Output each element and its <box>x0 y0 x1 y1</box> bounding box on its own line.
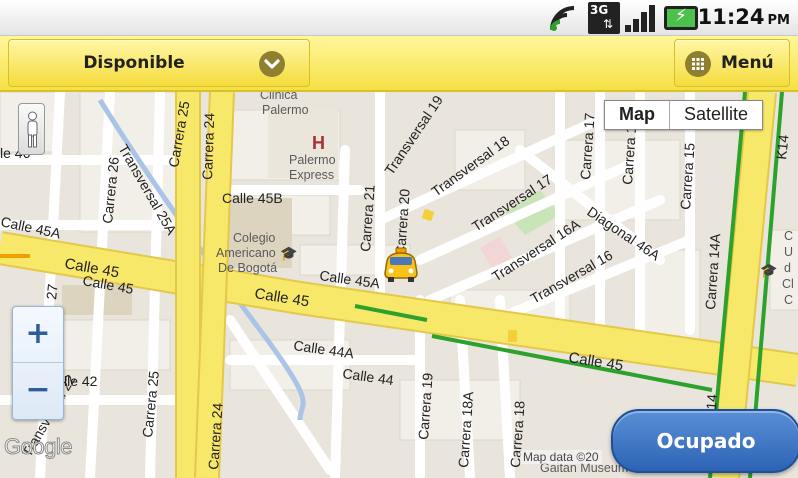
poi-right-3: d <box>784 261 791 275</box>
street-transversal-19: Transversal 19 <box>381 92 446 177</box>
poi-right-4: Cl <box>782 277 794 291</box>
device-screen: 3G ⇅ ⚡ 11:24 PM Disponible Menú H Clinic… <box>0 0 798 478</box>
3g-data-icon: 3G ⇅ <box>588 2 620 34</box>
wifi-icon <box>550 6 575 31</box>
status-bar: 3G ⇅ ⚡ 11:24 PM <box>0 0 798 36</box>
battery-charging-icon: ⚡ <box>664 6 698 30</box>
poi-palermo-express-2: Express <box>289 168 334 182</box>
poi-colegio-2: Americano <box>216 246 276 260</box>
poi-clinica: Clinica <box>260 92 298 102</box>
ocupado-button[interactable]: Ocupado <box>611 409 798 473</box>
map-type-control: Map Satellite <box>604 100 764 130</box>
menu-button[interactable]: Menú <box>674 39 790 87</box>
hospital-icon: H <box>312 133 325 153</box>
availability-dropdown[interactable]: Disponible <box>8 39 310 87</box>
poi-right-1: C <box>784 229 793 243</box>
street-k14: K14 <box>773 134 792 161</box>
school-icon: 🎓 <box>280 246 297 262</box>
street-carrera-14-bottom: 14 <box>703 393 720 410</box>
street-carrera-14a: Carrera 14A <box>702 232 723 310</box>
street-carrera-21: Carrera 21 <box>357 184 378 252</box>
zoom-control: + − <box>12 306 64 420</box>
street-carrera-24: Carrera 24 <box>199 112 217 180</box>
bus-stop-marker <box>421 208 435 222</box>
3g-label: 3G <box>590 3 609 17</box>
menu-label: Menú <box>721 53 774 73</box>
clock-time: 11:24 <box>697 5 765 29</box>
signal-icon <box>625 5 655 32</box>
poi-palermo: Palermo <box>262 103 309 117</box>
map-type-satellite[interactable]: Satellite <box>670 101 762 129</box>
grid-menu-icon <box>685 51 711 77</box>
poi-palermo-express-1: Palermo <box>289 153 336 167</box>
street-calle-45b: Calle 45B <box>222 190 283 206</box>
school-icon-right: 🎓 <box>760 263 777 279</box>
street-view-pegman-icon[interactable] <box>18 103 45 155</box>
chevron-down-icon <box>259 51 285 77</box>
taxi-marker-icon[interactable] <box>381 247 421 283</box>
poi-colegio-3: De Bogotá <box>218 261 277 275</box>
app-bar: Disponible Menú <box>0 36 798 92</box>
poi-colegio-1: Colegio <box>233 231 275 245</box>
map-attribution[interactable]: Map data ©20 <box>520 450 602 464</box>
data-arrows-icon: ⇅ <box>603 17 614 31</box>
zoom-in-button[interactable]: + <box>13 307 63 363</box>
street-carrera-27: 27 <box>43 283 61 300</box>
bus-stop-marker-2 <box>508 330 517 342</box>
poi-right-2: U <box>784 245 793 259</box>
google-logo: Google <box>4 434 73 460</box>
zoom-out-button[interactable]: − <box>13 363 63 419</box>
clock-ampm: PM <box>767 13 790 28</box>
map-type-map[interactable]: Map <box>605 101 670 129</box>
availability-value: Disponible <box>83 53 185 73</box>
street-carrera-24-bottom: Carrera 24 <box>205 402 226 470</box>
street-carrera-25-bottom: Carrera 25 <box>139 370 162 438</box>
clock: 11:24 PM <box>698 5 790 29</box>
ocupado-label: Ocupado <box>656 429 756 453</box>
poi-right-5: C <box>784 293 793 307</box>
